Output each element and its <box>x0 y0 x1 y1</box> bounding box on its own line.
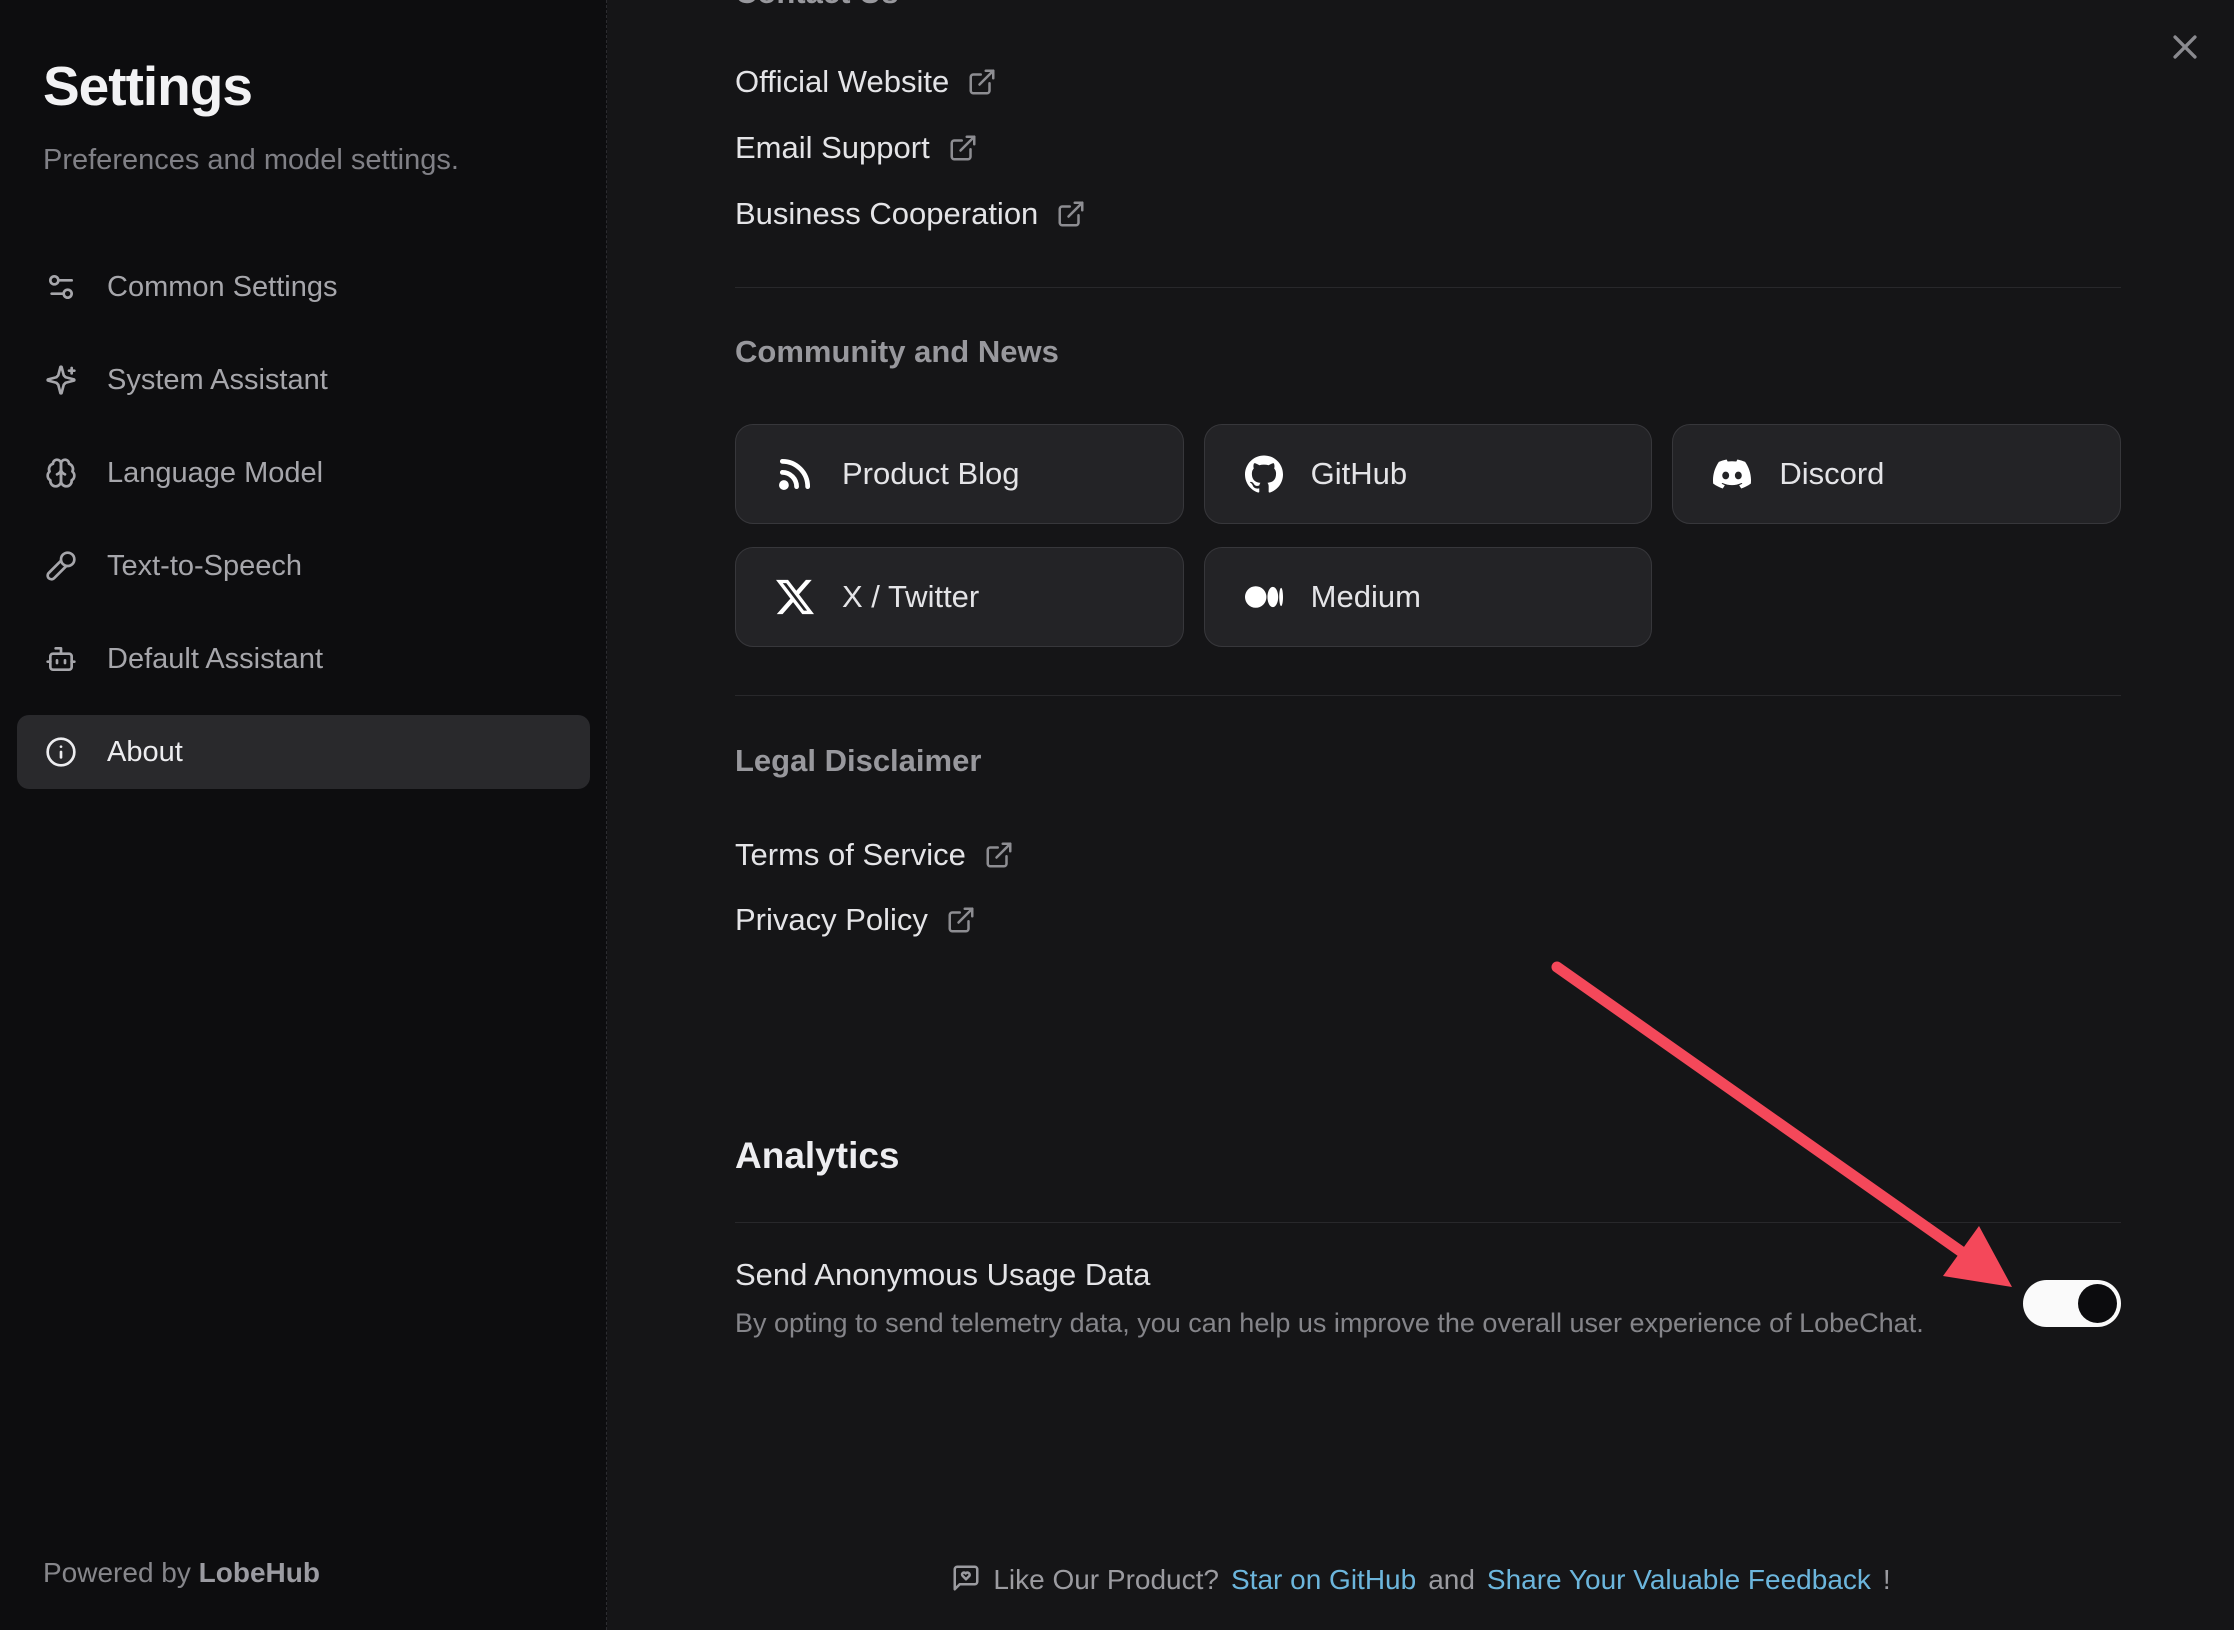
sidebar-item-label: Default Assistant <box>107 643 323 676</box>
footer-prefix: Like Our Product? <box>993 1564 1219 1596</box>
button-label: GitHub <box>1311 456 1407 492</box>
close-icon <box>2168 30 2202 64</box>
external-link-icon <box>984 840 1014 870</box>
brain-icon <box>45 457 77 489</box>
mic-icon <box>45 550 77 582</box>
rss-icon <box>776 455 814 493</box>
privacy-policy-link[interactable]: Privacy Policy <box>735 897 1014 943</box>
sidebar-item-label: About <box>107 736 183 769</box>
discord-icon <box>1713 455 1751 493</box>
sliders-icon <box>45 271 77 303</box>
x-logo-icon <box>776 578 814 616</box>
analytics-heading: Analytics <box>735 1132 900 1180</box>
feedback-footer: Like Our Product? Star on GitHub and Sha… <box>608 1558 2234 1602</box>
page-subtitle: Preferences and model settings. <box>43 144 589 177</box>
button-label: X / Twitter <box>842 579 979 615</box>
powered-by: Powered by LobeHub <box>43 1557 320 1589</box>
sidebar-item-about[interactable]: About <box>17 715 590 789</box>
terms-of-service-link[interactable]: Terms of Service <box>735 832 1014 878</box>
sidebar-item-system-assistant[interactable]: System Assistant <box>17 343 590 417</box>
message-square-heart-icon <box>951 1563 981 1598</box>
telemetry-toggle[interactable] <box>2023 1280 2121 1327</box>
star-on-github-link[interactable]: Star on GitHub <box>1231 1564 1416 1596</box>
telemetry-setting: Send Anonymous Usage Data By opting to s… <box>735 1252 2121 1343</box>
settings-modal: Settings Preferences and model settings.… <box>0 0 2234 1630</box>
product-blog-button[interactable]: Product Blog <box>735 424 1184 524</box>
external-link-icon <box>946 905 976 935</box>
external-link-icon <box>1056 199 1086 229</box>
page-title: Settings <box>43 54 589 118</box>
community-buttons: Product Blog GitHub Discord X / Twitter <box>735 424 2121 647</box>
section-divider <box>735 1222 2121 1223</box>
x-twitter-button[interactable]: X / Twitter <box>735 547 1184 647</box>
close-button[interactable] <box>2162 24 2208 70</box>
github-icon <box>1245 455 1283 493</box>
legal-heading: Legal Disclaimer <box>735 739 981 783</box>
sparkles-icon <box>45 364 77 396</box>
telemetry-description: By opting to send telemetry data, you ca… <box>735 1303 1924 1343</box>
sidebar-item-label: Text-to-Speech <box>107 550 302 583</box>
button-label: Product Blog <box>842 456 1020 492</box>
bot-icon <box>45 643 77 675</box>
toggle-knob <box>2078 1284 2117 1323</box>
link-label: Privacy Policy <box>735 902 928 938</box>
settings-sidebar: Settings Preferences and model settings.… <box>0 0 607 1630</box>
powered-by-text: Powered by <box>43 1557 191 1588</box>
official-website-link[interactable]: Official Website <box>735 59 1086 105</box>
telemetry-texts: Send Anonymous Usage Data By opting to s… <box>735 1252 1924 1343</box>
link-label: Official Website <box>735 64 949 100</box>
telemetry-label: Send Anonymous Usage Data <box>735 1252 1924 1298</box>
medium-button[interactable]: Medium <box>1204 547 1653 647</box>
sidebar-item-label: Common Settings <box>107 271 338 304</box>
medium-icon <box>1245 578 1283 616</box>
section-divider <box>735 695 2121 696</box>
legal-links: Terms of Service Privacy Policy <box>735 832 1014 943</box>
footer-suffix: ! <box>1883 1564 1891 1596</box>
discord-button[interactable]: Discord <box>1672 424 2121 524</box>
contact-us-heading: Contact Us <box>735 0 2121 13</box>
external-link-icon <box>948 133 978 163</box>
settings-nav: Common Settings System Assistant Languag… <box>17 250 590 789</box>
external-link-icon <box>967 67 997 97</box>
link-label: Email Support <box>735 130 930 166</box>
link-label: Terms of Service <box>735 837 966 873</box>
share-feedback-link[interactable]: Share Your Valuable Feedback <box>1487 1564 1871 1596</box>
sidebar-item-label: System Assistant <box>107 364 328 397</box>
section-divider <box>735 287 2121 288</box>
community-heading: Community and News <box>735 330 1059 374</box>
sidebar-item-text-to-speech[interactable]: Text-to-Speech <box>17 529 590 603</box>
footer-middle: and <box>1428 1564 1475 1596</box>
lobehub-brand: LobeHub <box>199 1557 320 1588</box>
link-label: Business Cooperation <box>735 196 1038 232</box>
sidebar-item-default-assistant[interactable]: Default Assistant <box>17 622 590 696</box>
about-panel: Contact Us Official Website Email Suppor… <box>608 0 2234 1630</box>
sidebar-item-common-settings[interactable]: Common Settings <box>17 250 590 324</box>
info-icon <box>45 736 77 768</box>
contact-links: Official Website Email Support Business … <box>735 59 1086 237</box>
email-support-link[interactable]: Email Support <box>735 125 1086 171</box>
github-button[interactable]: GitHub <box>1204 424 1653 524</box>
business-cooperation-link[interactable]: Business Cooperation <box>735 191 1086 237</box>
sidebar-item-label: Language Model <box>107 457 323 490</box>
button-label: Discord <box>1779 456 1884 492</box>
sidebar-item-language-model[interactable]: Language Model <box>17 436 590 510</box>
button-label: Medium <box>1311 579 1421 615</box>
